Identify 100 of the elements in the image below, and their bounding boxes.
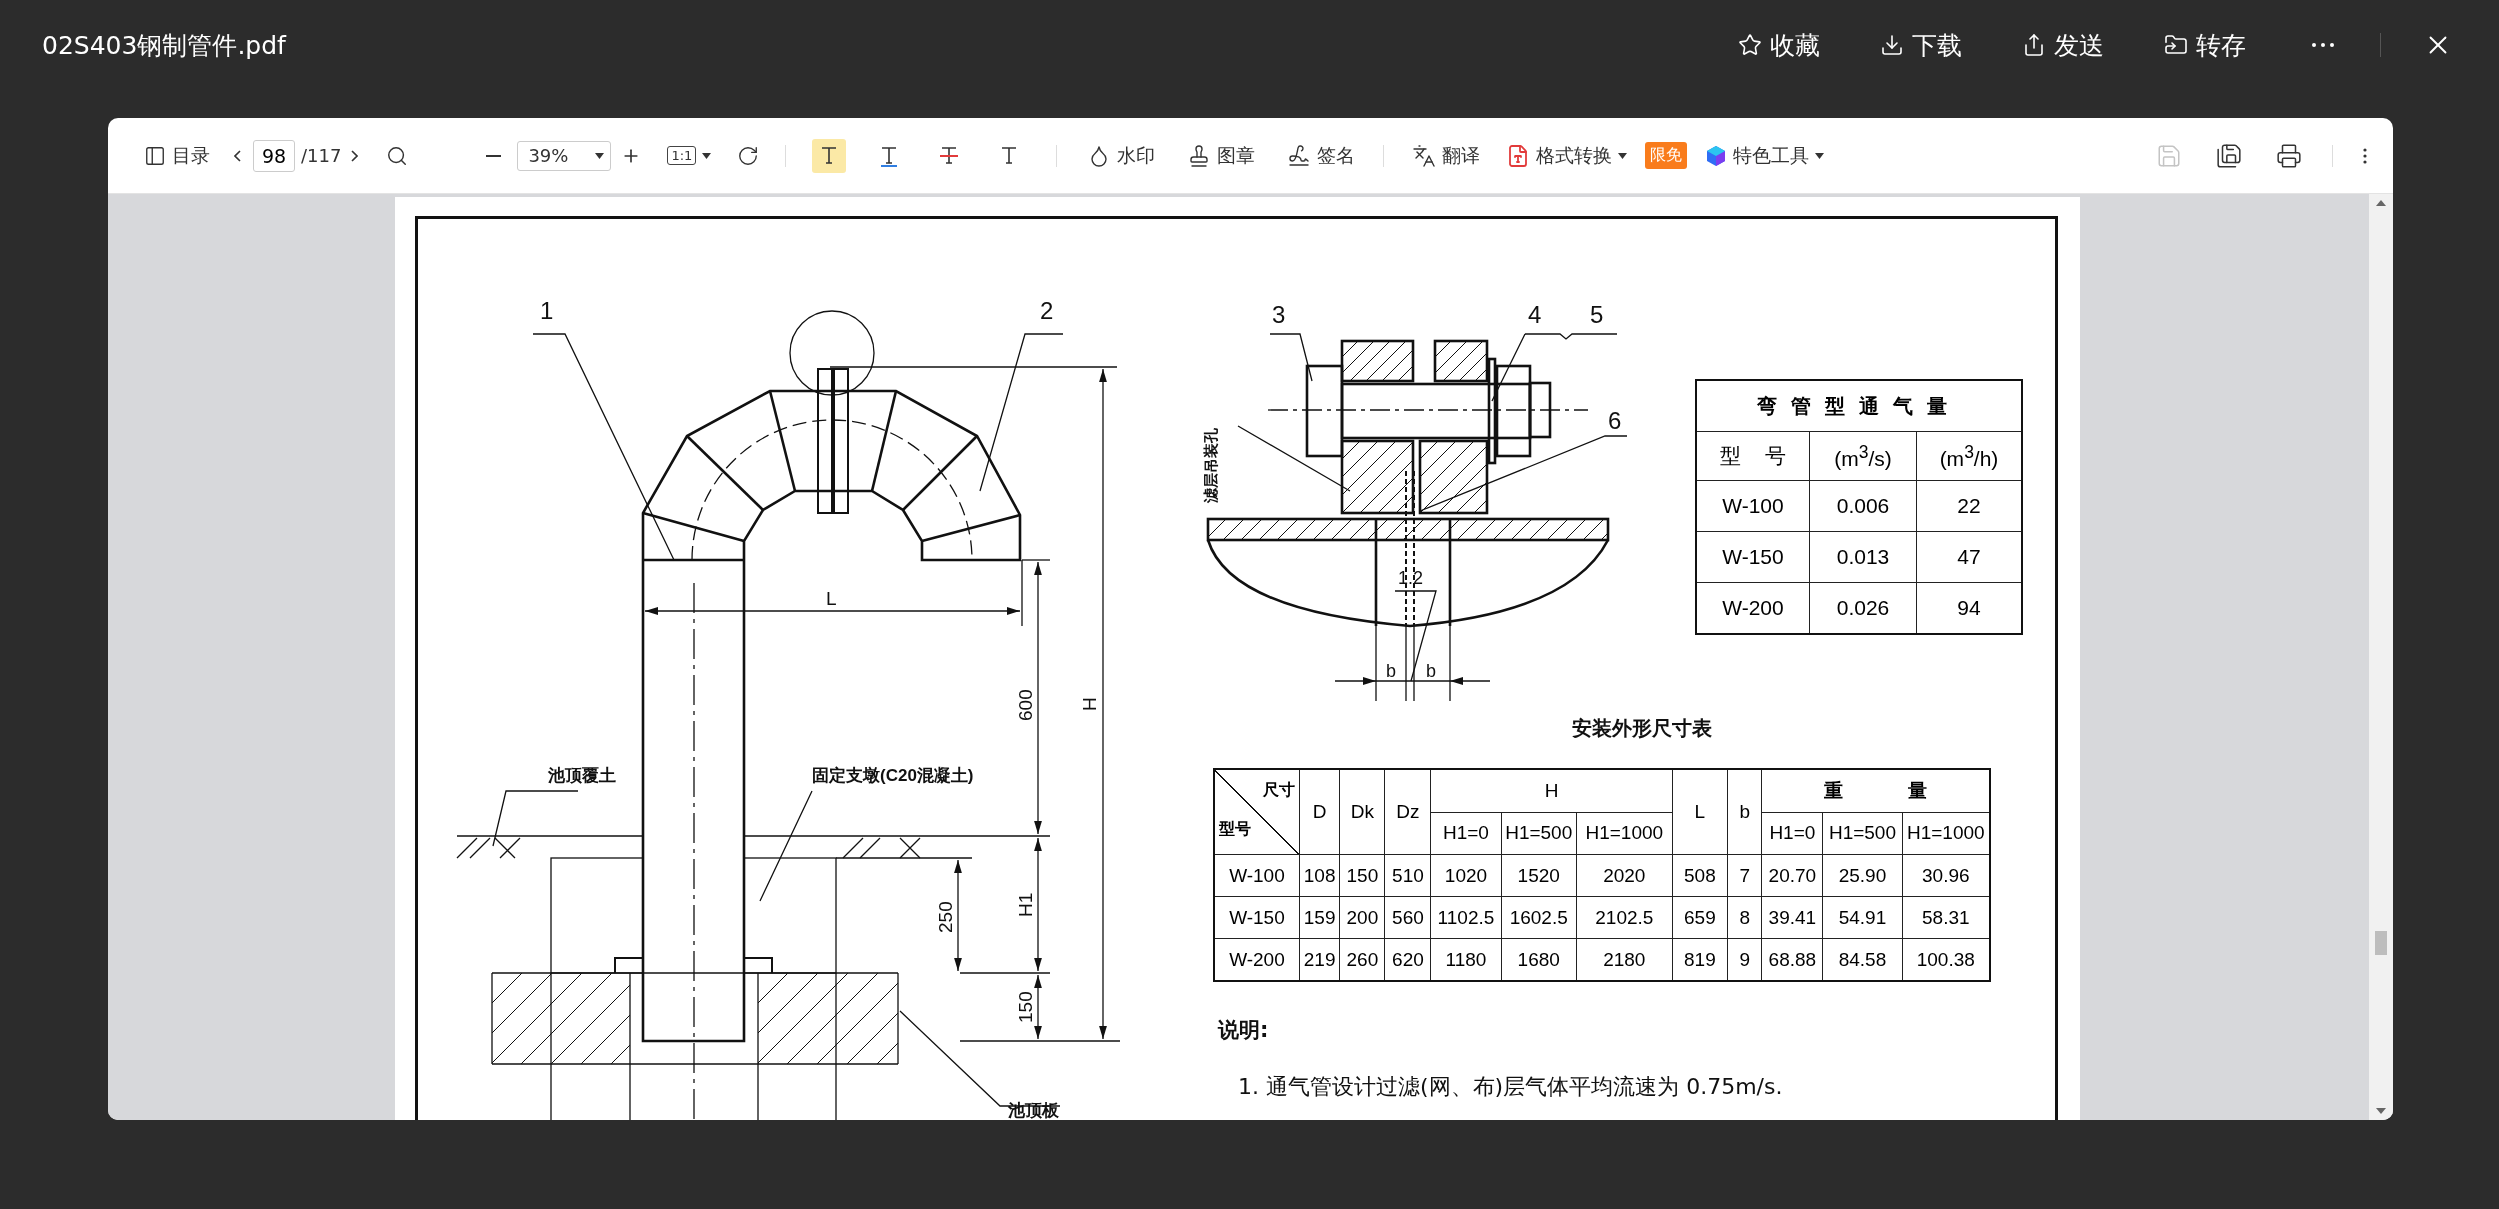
- column-header: 型 号: [1696, 431, 1810, 481]
- header-action-button[interactable]: 发送: [2016, 24, 2110, 66]
- table-cell: 510: [1384, 854, 1431, 897]
- share-icon: [2022, 33, 2046, 57]
- table-cell: 0.013: [1809, 531, 1917, 583]
- tool-button[interactable]: 水印: [1081, 138, 1162, 173]
- drawing-label: 1.2: [1398, 568, 1424, 588]
- page-number-field[interactable]: 98: [253, 139, 295, 172]
- table-cell: 2020: [1576, 854, 1673, 897]
- column-header: Dz: [1384, 769, 1431, 855]
- table-cell: 0.006: [1809, 480, 1917, 532]
- drawing-label: b: [1386, 661, 1396, 681]
- folder-icon: [2164, 33, 2188, 57]
- save-icon: [2216, 142, 2242, 169]
- drawing-label: b: [1426, 661, 1436, 681]
- drawing-label: 3: [1272, 301, 1286, 328]
- page-total: /117: [301, 145, 342, 166]
- minus-icon: [486, 154, 502, 157]
- save-icon: [2156, 142, 2182, 169]
- drawing-label: 250: [935, 901, 956, 933]
- drawing-label: 6: [1608, 407, 1622, 434]
- table-cell: W-100: [1214, 854, 1300, 897]
- notes-heading: 说明:: [1218, 1017, 1270, 1044]
- drawing-label: 2: [1040, 297, 1054, 324]
- scrollbar[interactable]: [2369, 194, 2393, 1120]
- drawing-label: H1: [1015, 892, 1036, 917]
- caret-icon: [1618, 152, 1628, 159]
- table-cell: 8: [1727, 896, 1762, 939]
- header-action-button[interactable]: 下载: [1874, 24, 1968, 66]
- column-header: H1=0: [1430, 812, 1501, 855]
- table-cell: 1020: [1430, 854, 1501, 897]
- chevron-left-icon: [234, 149, 241, 162]
- more-icon: [2312, 43, 2334, 47]
- star-icon: [1738, 33, 1762, 57]
- corner-label: 尺寸: [1262, 780, 1295, 800]
- column-header: H1=0: [1761, 812, 1823, 855]
- drawing-label: 5: [1590, 301, 1604, 328]
- table-cell: 54.91: [1822, 896, 1903, 939]
- column-header: H: [1430, 769, 1673, 812]
- column-header: Dk: [1339, 769, 1385, 855]
- more-icon: [2363, 147, 2367, 164]
- translate-button[interactable]: 翻译: [1406, 138, 1487, 173]
- scroll-up-icon: [2376, 200, 2386, 206]
- table-cell: 1602.5: [1501, 896, 1577, 939]
- translate-icon: [1412, 143, 1437, 168]
- table-cell: 108: [1299, 854, 1340, 897]
- column-header: (m$^{3}$/s): [1809, 431, 1917, 481]
- table-cell: 560: [1384, 896, 1431, 939]
- table-title: 安装外形尺寸表: [1570, 715, 1713, 742]
- column-header: b: [1727, 769, 1762, 855]
- scrollbar-thumb[interactable]: [2375, 931, 2387, 955]
- table-cell: 20.70: [1761, 854, 1823, 897]
- table-cell: 25.90: [1822, 854, 1903, 897]
- table-cell: 150: [1339, 854, 1385, 897]
- drawing-label: 固定支墩(C20混凝土): [812, 766, 974, 785]
- table-cell: W-150: [1696, 531, 1810, 583]
- caret-icon: [1815, 152, 1825, 159]
- column-header: L: [1672, 769, 1728, 855]
- caret-icon: [595, 152, 605, 159]
- table-cell: W-150: [1214, 896, 1300, 939]
- text-tool-button[interactable]: [812, 138, 847, 173]
- printer-icon: [2276, 142, 2302, 169]
- table-cell: 1520: [1501, 854, 1577, 897]
- table-cell: 159: [1299, 896, 1340, 939]
- tool-button[interactable]: 签名: [1281, 138, 1362, 173]
- search-icon: [386, 144, 409, 167]
- signature-icon: [1287, 143, 1312, 168]
- download-icon: [1880, 33, 1904, 57]
- column-header: D: [1299, 769, 1340, 855]
- zoom-select[interactable]: 39%: [517, 140, 612, 171]
- window-title: 02S403钢制管件.pdf: [42, 29, 288, 62]
- cube-icon: [1705, 144, 1728, 167]
- scroll-down-icon: [2376, 1108, 2386, 1114]
- table-cell: W-100: [1696, 480, 1810, 532]
- convert-button[interactable]: 格式转换: [1500, 138, 1634, 173]
- free-badge: 限免: [1645, 142, 1688, 169]
- table-cell: 7: [1727, 854, 1762, 897]
- note-text: 1. 通气管设计过滤(网、布)层气体平均流速为 0.75m/s.: [1238, 1073, 1784, 1101]
- drawing-label: 滤层吊装孔: [1202, 428, 1219, 503]
- chevron-right-icon: [351, 149, 359, 162]
- table-of-contents-button[interactable]: 目录: [138, 138, 216, 173]
- drawing-label: 600: [1015, 689, 1036, 721]
- drawing-label: 池顶覆土: [548, 766, 616, 785]
- table-cell: 200: [1339, 896, 1385, 939]
- drawing-label: 池顶板: [1008, 1101, 1059, 1120]
- header-action-button[interactable]: 转存: [2158, 24, 2252, 66]
- column-header: H1=500: [1822, 812, 1903, 855]
- table-cell: 39.41: [1761, 896, 1823, 939]
- table-cell: 659: [1672, 896, 1728, 939]
- special-tools-button[interactable]: 特色工具: [1699, 138, 1831, 173]
- table-cell: 508: [1672, 854, 1728, 897]
- caret-icon: [702, 152, 712, 159]
- header-action-button[interactable]: 收藏: [1732, 24, 1826, 66]
- drawing-label: 1: [540, 297, 554, 324]
- column-header: H1=500: [1501, 812, 1577, 855]
- drawing-label: H: [1079, 697, 1100, 711]
- sidebar-icon: [144, 144, 166, 167]
- corner-label: 型号: [1219, 819, 1251, 839]
- tool-button[interactable]: 图章: [1181, 138, 1262, 173]
- actual-size-button[interactable]: 1:1: [661, 142, 718, 169]
